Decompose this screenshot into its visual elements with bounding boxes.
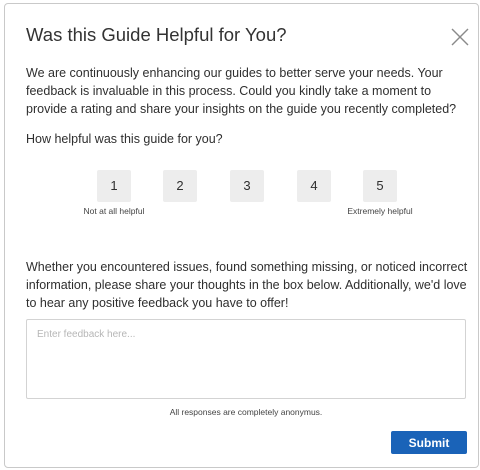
rating-option-1: 1 Not at all helpful xyxy=(84,170,144,216)
anonymous-note: All responses are completely anonymus. xyxy=(169,407,323,417)
rating-option-4: 4 xyxy=(297,170,331,202)
rating-caption-high: Extremely helpful xyxy=(347,206,413,216)
rating-option-3: 3 xyxy=(230,170,264,202)
rating-caption-low: Not at all helpful xyxy=(83,206,145,216)
close-button[interactable] xyxy=(449,26,471,48)
rating-button-5[interactable]: 5 xyxy=(363,170,397,202)
feedback-textarea[interactable] xyxy=(26,319,466,399)
dialog-title: Was this Guide Helpful for You? xyxy=(26,24,287,45)
rating-scale: 1 Not at all helpful 2 3 4 5 Extremely h… xyxy=(84,170,413,240)
rating-button-4[interactable]: 4 xyxy=(297,170,331,202)
rating-option-5: 5 Extremely helpful xyxy=(347,170,413,216)
rating-button-2[interactable]: 2 xyxy=(163,170,197,202)
submit-button[interactable]: Submit xyxy=(391,431,467,454)
rating-question: How helpful was this guide for you? xyxy=(26,132,223,146)
intro-text: We are continuously enhancing our guides… xyxy=(26,66,457,116)
rating-option-2: 2 xyxy=(163,170,197,202)
feedback-instructions: Whether you encountered issues, found so… xyxy=(26,260,468,310)
close-icon xyxy=(451,28,469,46)
rating-button-3[interactable]: 3 xyxy=(230,170,264,202)
rating-button-1[interactable]: 1 xyxy=(97,170,131,202)
feedback-dialog: Was this Guide Helpful for You? We are c… xyxy=(4,3,479,468)
